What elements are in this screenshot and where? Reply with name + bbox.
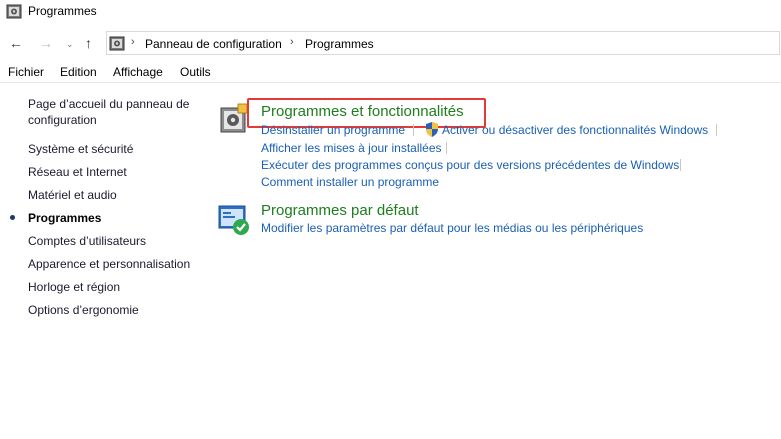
link-divider [680, 159, 681, 171]
link-windows-features[interactable]: Activer ou désactiver des fonctionnalité… [442, 123, 708, 137]
default-programs-icon[interactable] [218, 204, 250, 236]
title-bar: Programmes [0, 0, 781, 26]
link-uninstall-program[interactable]: Désinstaller un programme [261, 123, 405, 137]
forward-arrow-icon[interactable]: → [39, 35, 53, 51]
back-arrow-icon[interactable]: ← [9, 35, 23, 51]
link-run-older-programs[interactable]: Exécuter des programmes conçus pour des … [261, 158, 679, 172]
link-divider [413, 124, 414, 136]
menu-edit[interactable]: Edition [60, 65, 97, 79]
sidebar-item-system-security[interactable]: Système et sécurité [28, 141, 133, 157]
link-divider [716, 124, 717, 136]
breadcrumb-separator-icon[interactable]: › [131, 36, 135, 48]
sidebar-home-link[interactable]: Page d’accueil du panneau de configurati… [28, 96, 198, 128]
uac-shield-icon [426, 122, 438, 137]
sidebar-item-programs: Programmes [28, 211, 102, 225]
link-divider [446, 142, 447, 154]
programs-features-icon[interactable] [218, 102, 250, 134]
sidebar-item-clock-region[interactable]: Horloge et région [28, 279, 120, 295]
address-bar: ← → ⌄ ↑ › Panneau de configuration › Pro… [0, 28, 781, 58]
sidebar-item-ease-of-access[interactable]: Options d’ergonomie [28, 302, 139, 318]
breadcrumb-programs[interactable]: Programmes [305, 37, 374, 51]
section-title-default-programs[interactable]: Programmes par défaut [261, 202, 419, 219]
sidebar-item-user-accounts[interactable]: Comptes d’utilisateurs [28, 233, 146, 249]
menu-file[interactable]: Fichier [8, 65, 44, 79]
link-how-to-install[interactable]: Comment installer un programme [261, 175, 439, 189]
breadcrumb[interactable]: › Panneau de configuration › Programmes [106, 31, 780, 55]
window-title: Programmes [28, 4, 97, 18]
up-arrow-icon[interactable]: ↑ [85, 35, 92, 51]
breadcrumb-control-panel[interactable]: Panneau de configuration [145, 37, 282, 51]
sidebar-item-hardware-sound[interactable]: Matériel et audio [28, 187, 117, 203]
sidebar-item-network-internet[interactable]: Réseau et Internet [28, 164, 127, 180]
programs-app-icon [6, 4, 22, 19]
current-item-bullet-icon [10, 215, 15, 220]
menu-bar: Fichier Edition Affichage Outils [0, 60, 781, 83]
control-panel-icon [109, 36, 125, 51]
link-change-default-settings[interactable]: Modifier les paramètres par défaut pour … [261, 221, 643, 235]
breadcrumb-separator-icon[interactable]: › [290, 36, 294, 48]
recent-locations-chevron-icon[interactable]: ⌄ [66, 36, 74, 52]
sidebar-item-appearance[interactable]: Apparence et personnalisation [28, 256, 190, 272]
link-view-installed-updates[interactable]: Afficher les mises à jour installées [261, 141, 442, 155]
menu-tools[interactable]: Outils [180, 65, 211, 79]
menu-view[interactable]: Affichage [113, 65, 163, 79]
